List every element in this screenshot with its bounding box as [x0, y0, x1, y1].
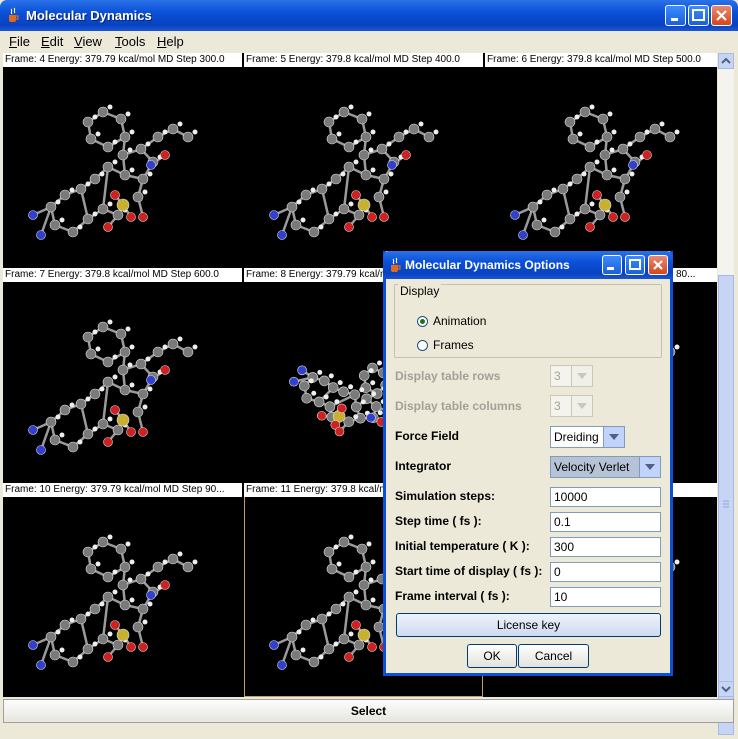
rows-select: 3	[550, 365, 593, 387]
force-field-label: Force Field	[395, 429, 459, 443]
menu-edit[interactable]: Edit	[41, 34, 63, 49]
dialog-title-bar: Molecular Dynamics Options	[383, 251, 673, 279]
chevron-down-icon	[603, 427, 624, 447]
main-window: Molecular Dynamics File Edit View Tools …	[0, 0, 738, 727]
minimize-icon	[666, 6, 685, 25]
frame-cell[interactable]: Frame: 6 Energy: 379.8 kcal/mol MD Step …	[485, 53, 717, 267]
java-cup-icon	[388, 257, 402, 273]
cols-label: Display table columns	[395, 399, 522, 413]
maximize-button[interactable]	[688, 5, 709, 26]
minimize-icon	[603, 256, 621, 274]
menu-view[interactable]: View	[74, 34, 102, 49]
select-button[interactable]: Select	[3, 699, 734, 723]
dialog-maximize-button[interactable]	[625, 255, 645, 275]
temperature-label: Initial temperature ( K ):	[395, 539, 530, 553]
step-time-label: Step time ( fs ):	[395, 514, 482, 528]
menu-help[interactable]: Help	[157, 34, 184, 49]
maximize-icon	[689, 6, 708, 25]
integrator-label: Integrator	[395, 459, 451, 473]
title-bar: Molecular Dynamics	[0, 0, 738, 31]
menu-file[interactable]: File	[9, 34, 30, 49]
frame-cell[interactable]: Frame: 10 Energy: 379.79 kcal/mol MD Ste…	[3, 483, 242, 697]
step-time-field[interactable]: 0.1	[550, 512, 661, 532]
frames-radio-label[interactable]: Frames	[433, 338, 474, 352]
display-group-title: Display	[398, 284, 441, 298]
molecule-view	[3, 67, 242, 267]
force-field-select[interactable]: Dreiding	[550, 426, 625, 448]
dialog-close-button[interactable]	[648, 255, 668, 275]
chevron-down-icon	[571, 366, 592, 386]
scroll-thumb[interactable]	[718, 275, 734, 735]
grip-icon	[719, 276, 733, 736]
frame-cell[interactable]: Frame: 5 Energy: 379.8 kcal/mol MD Step …	[244, 53, 483, 267]
molecule-view	[3, 282, 242, 482]
vertical-scrollbar[interactable]	[718, 53, 734, 697]
frame-interval-field[interactable]: 10	[550, 587, 661, 607]
integrator-select[interactable]: Velocity Verlet	[550, 456, 661, 478]
frame-caption: Frame: 4 Energy: 379.79 kcal/mol MD Step…	[3, 53, 242, 67]
scroll-up-button[interactable]	[718, 53, 734, 69]
start-time-field[interactable]: 0	[550, 562, 661, 582]
scroll-down-button[interactable]	[718, 681, 734, 697]
frame-caption: Frame: 7 Energy: 379.8 kcal/mol MD Step …	[3, 268, 242, 282]
temperature-field[interactable]: 300	[550, 537, 661, 557]
ok-button[interactable]: OK	[467, 644, 517, 668]
start-time-label: Start time of display ( fs ):	[395, 564, 542, 578]
molecule-view	[3, 497, 242, 697]
frame-caption: Frame: 5 Energy: 379.8 kcal/mol MD Step …	[244, 53, 483, 67]
frames-radio[interactable]	[417, 340, 428, 351]
cols-select: 3	[550, 395, 593, 417]
chevron-down-icon	[571, 396, 592, 416]
frame-interval-label: Frame interval ( fs ):	[395, 589, 510, 603]
menu-tools[interactable]: Tools	[115, 34, 145, 49]
close-button[interactable]	[711, 5, 732, 26]
animation-radio[interactable]	[417, 316, 428, 327]
steps-field[interactable]: 10000	[550, 487, 661, 507]
frame-cell[interactable]: Frame: 7 Energy: 379.8 kcal/mol MD Step …	[3, 268, 242, 482]
maximize-icon	[626, 256, 644, 274]
cancel-button[interactable]: Cancel	[518, 644, 589, 668]
frame-cell[interactable]: Frame: 4 Energy: 379.79 kcal/mol MD Step…	[3, 53, 242, 267]
chevron-down-icon	[719, 682, 733, 696]
chevron-down-icon	[639, 457, 660, 477]
rows-label: Display table rows	[395, 369, 500, 383]
frame-caption: Frame: 6 Energy: 379.8 kcal/mol MD Step …	[485, 53, 717, 67]
close-icon	[712, 6, 731, 25]
close-icon	[649, 256, 667, 274]
options-dialog: Molecular Dynamics Options Display Anima…	[383, 251, 673, 676]
molecule-view	[485, 67, 717, 267]
window-title: Molecular Dynamics	[26, 8, 152, 23]
frame-caption: Frame: 10 Energy: 379.79 kcal/mol MD Ste…	[3, 483, 242, 497]
license-key-button[interactable]: License key	[396, 613, 661, 637]
steps-label: Simulation steps:	[395, 489, 495, 503]
chevron-up-icon	[719, 54, 733, 68]
animation-radio-label[interactable]: Animation	[433, 314, 486, 328]
menu-bar: File Edit View Tools Help	[0, 31, 738, 52]
minimize-button[interactable]	[665, 5, 686, 26]
dialog-title: Molecular Dynamics Options	[405, 258, 570, 272]
molecule-view	[244, 67, 483, 267]
java-cup-icon	[6, 7, 20, 23]
dialog-minimize-button[interactable]	[602, 255, 622, 275]
